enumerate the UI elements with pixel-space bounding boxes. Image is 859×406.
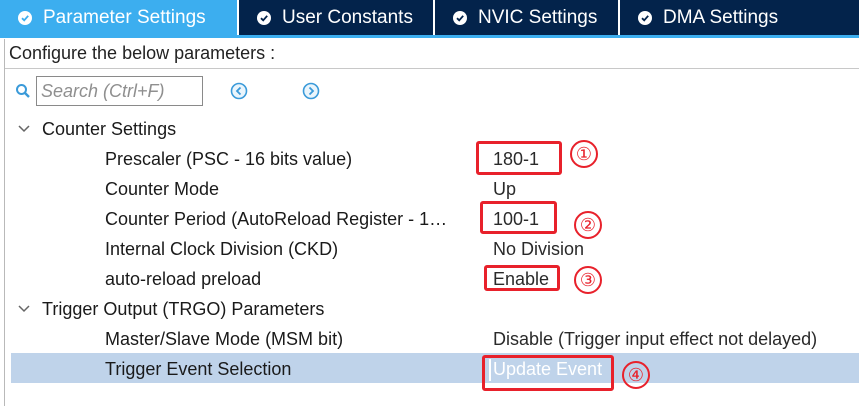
tab-parameter-settings[interactable]: Parameter Settings (0, 0, 237, 35)
tab-label: NVIC Settings (478, 6, 598, 28)
param-row-trigger-event[interactable]: Trigger Event Selection Update Event (11, 353, 859, 383)
annotation-marker: ③ (574, 266, 602, 294)
highlight-box (480, 201, 557, 234)
highlight-box (482, 355, 614, 391)
tab-label: DMA Settings (663, 6, 779, 28)
annotation-marker: ① (570, 140, 598, 168)
group-trigger-output[interactable]: Trigger Output (TRGO) Parameters (0, 293, 859, 323)
param-value[interactable]: No Division (493, 239, 584, 260)
tab-bar: Parameter Settings User Constants NVIC S… (0, 0, 859, 38)
group-counter-settings[interactable]: Counter Settings (0, 114, 859, 144)
tab-underline (0, 35, 859, 38)
search-input[interactable] (36, 76, 203, 106)
tab-label: User Constants (282, 6, 413, 28)
param-row-counter-period[interactable]: Counter Period (AutoReload Register - 1…… (0, 203, 859, 233)
tab-nvic-settings[interactable]: NVIC Settings (435, 0, 618, 35)
check-circle-icon (257, 10, 271, 25)
tab-dma-settings[interactable]: DMA Settings (620, 0, 859, 35)
param-row-prescaler[interactable]: Prescaler (PSC - 16 bits value) 180-1 (0, 143, 859, 173)
group-label: Trigger Output (TRGO) Parameters (42, 299, 325, 319)
param-row-counter-mode[interactable]: Counter Mode Up (0, 173, 859, 203)
configure-label: Configure the below parameters : (9, 43, 276, 63)
param-label: Trigger Event Selection (105, 359, 292, 379)
divider (5, 68, 859, 69)
param-label: Counter Mode (105, 179, 220, 199)
highlight-box (484, 265, 560, 291)
check-circle-icon (18, 10, 32, 25)
param-label: Counter Period (AutoReload Register - 1… (105, 209, 448, 229)
search-previous-icon[interactable] (230, 82, 248, 100)
param-value[interactable]: Disable (Trigger input effect not delaye… (493, 329, 817, 350)
param-label: Internal Clock Division (CKD) (105, 239, 339, 259)
tab-user-constants[interactable]: User Constants (239, 0, 433, 35)
chevron-down-icon[interactable] (18, 305, 30, 313)
highlight-box (476, 141, 562, 175)
search-next-icon[interactable] (302, 82, 320, 100)
check-circle-icon (638, 10, 652, 25)
param-label: auto-reload preload (105, 269, 262, 289)
param-row-master-slave[interactable]: Master/Slave Mode (MSM bit) Disable (Tri… (0, 323, 859, 353)
param-label: Master/Slave Mode (MSM bit) (105, 329, 344, 349)
check-circle-icon (453, 10, 467, 25)
annotation-marker: ④ (622, 361, 650, 389)
annotation-marker: ② (574, 211, 602, 239)
search-icon (16, 84, 30, 98)
param-value[interactable]: Up (493, 179, 516, 200)
tab-label: Parameter Settings (43, 6, 206, 28)
chevron-down-icon[interactable] (18, 125, 30, 133)
param-label: Prescaler (PSC - 16 bits value) (105, 149, 353, 169)
param-row-auto-reload[interactable]: auto-reload preload Enable (0, 263, 859, 293)
param-row-clock-division[interactable]: Internal Clock Division (CKD) No Divisio… (0, 233, 859, 263)
group-label: Counter Settings (42, 119, 177, 139)
